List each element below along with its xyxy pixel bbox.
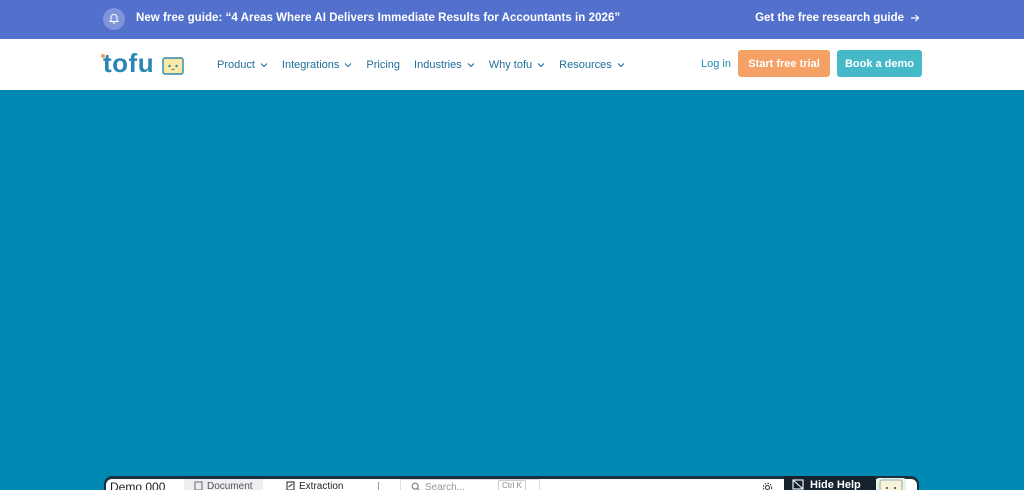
document-icon [194, 481, 203, 490]
book-demo-button[interactable]: Book a demo [837, 50, 922, 77]
shortcut-badge: Ctrl K [498, 480, 526, 490]
research-guide-link[interactable]: Get the free research guide [755, 12, 920, 24]
hero-section [0, 90, 1024, 490]
chevron-down-icon [537, 62, 545, 67]
start-free-trial-button[interactable]: Start free trial [738, 50, 830, 77]
nav-item-product[interactable]: Product [217, 59, 268, 71]
research-guide-label: Get the free research guide [755, 12, 904, 24]
announcement-bar: New free guide: “4 Areas Where AI Delive… [0, 0, 1024, 39]
mascot-face-icon [162, 57, 184, 75]
nav-item-industries[interactable]: Industries [414, 59, 475, 71]
arrow-right-icon [911, 14, 920, 22]
chevron-down-icon [345, 62, 352, 67]
login-link[interactable]: Log in [701, 58, 731, 70]
tab-extraction[interactable]: Extraction [276, 479, 353, 490]
tofu-logo[interactable]: tofu [101, 48, 184, 78]
nav-menu: Product Integrations Pricing Industries … [217, 39, 639, 90]
toolbar-divider [378, 482, 379, 490]
nav-item-label: Product [217, 58, 255, 71]
hide-help-label: Hide Help [810, 479, 861, 490]
nav-item-label: Industries [414, 58, 462, 71]
search-placeholder: Search... [425, 482, 466, 490]
chevron-down-icon [467, 62, 475, 67]
logo-dot [101, 54, 105, 58]
chevron-down-icon [260, 62, 268, 67]
main-nav: tofu Product Integrations Pricing Indust… [0, 39, 1024, 90]
nav-item-label: Resources [559, 58, 612, 71]
hide-help-button[interactable]: Hide Help [784, 476, 876, 490]
nav-item-why-tofu[interactable]: Why tofu [489, 59, 545, 71]
app-preview-title: Demo 000 [110, 480, 166, 490]
logo-text: tofu [103, 48, 155, 78]
help-off-icon [792, 479, 804, 490]
gear-icon[interactable] [762, 482, 773, 490]
nav-item-label: Integrations [281, 58, 340, 71]
nav-item-label: Why tofu [488, 58, 533, 71]
tab-document[interactable]: Document [184, 479, 263, 490]
announcement-message: New free guide: “4 Areas Where AI Delive… [136, 12, 621, 24]
tab-label: Document [207, 481, 253, 490]
mascot-face-icon [879, 479, 903, 490]
search-icon [411, 482, 420, 490]
nav-item-integrations[interactable]: Integrations [282, 59, 352, 71]
mascot-avatar [876, 478, 906, 490]
nav-item-resources[interactable]: Resources [559, 59, 625, 71]
bell-icon [103, 8, 125, 30]
extraction-icon [286, 481, 295, 490]
nav-item-pricing[interactable]: Pricing [366, 59, 400, 71]
tab-label: Extraction [299, 481, 344, 490]
nav-item-label: Pricing [366, 58, 401, 71]
chevron-down-icon [617, 62, 625, 67]
